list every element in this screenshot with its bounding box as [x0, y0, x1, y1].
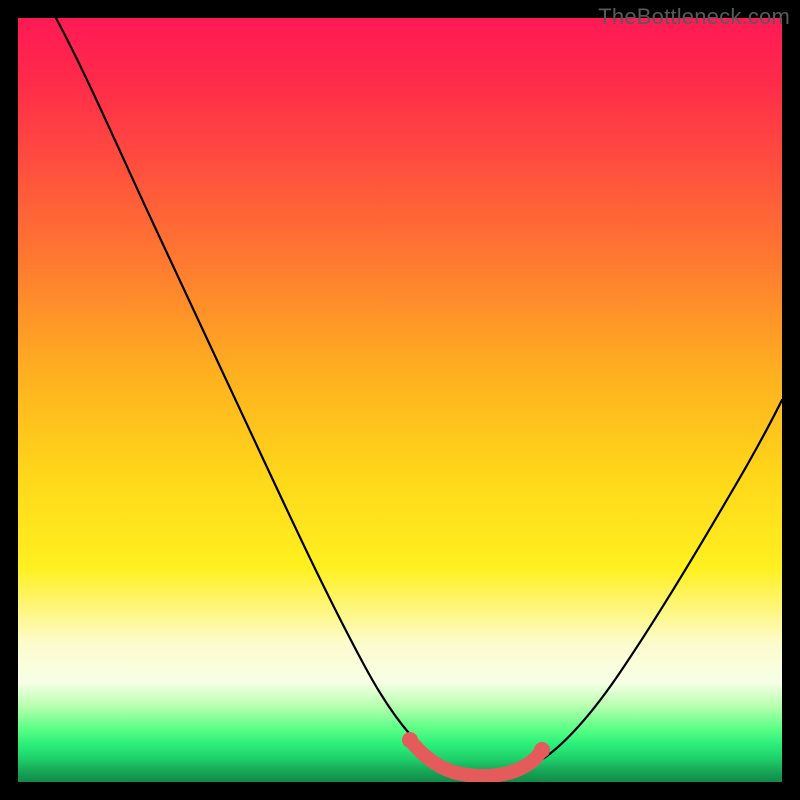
highlight-start-dot — [402, 732, 418, 748]
highlight-end-dot — [534, 742, 550, 758]
watermark-text: TheBottleneck.com — [598, 4, 790, 30]
chart-frame: TheBottleneck.com — [0, 0, 800, 800]
bottleneck-curve-path — [56, 18, 782, 775]
plot-area — [18, 18, 782, 782]
optimal-zone-highlight-path — [410, 740, 542, 776]
curve-layer — [18, 18, 782, 782]
